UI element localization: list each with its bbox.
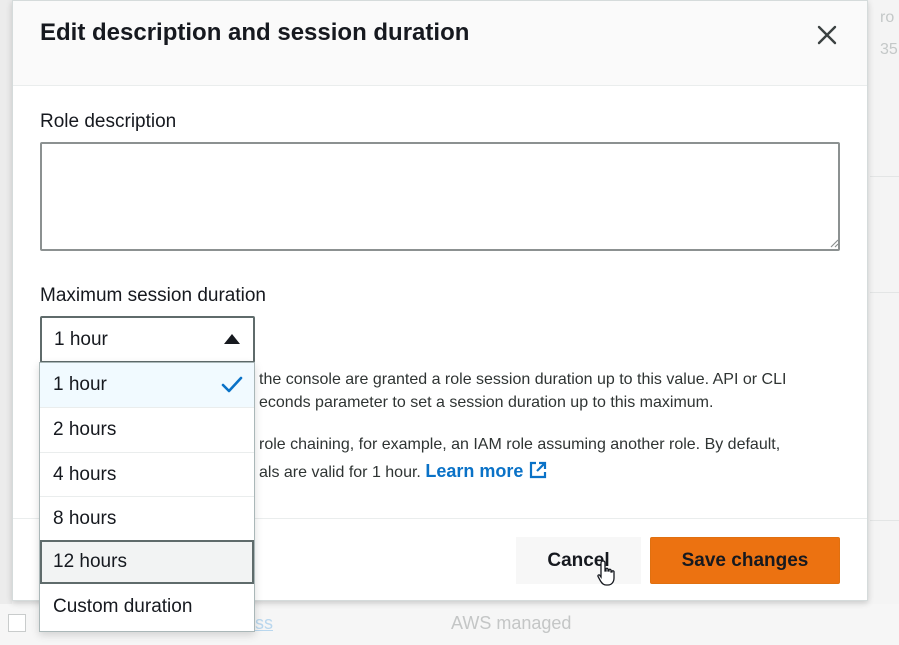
background-row-checkbox[interactable] — [8, 614, 26, 632]
dropdown-option-8-hours[interactable]: 8 hours — [40, 497, 254, 541]
session-duration-selected-value: 1 hour — [54, 329, 108, 350]
dropdown-option-12-hours[interactable]: 12 hours — [40, 540, 254, 584]
close-icon — [817, 25, 837, 45]
background-policy-type: AWS managed — [451, 613, 572, 633]
dropdown-option-label: 4 hours — [53, 464, 117, 485]
background-divider — [870, 520, 899, 521]
external-link-icon — [530, 461, 547, 479]
dropdown-option-2-hours[interactable]: 2 hours — [40, 408, 254, 452]
background-divider — [870, 292, 899, 293]
dropdown-option-label: 8 hours — [53, 508, 117, 529]
dropdown-option-label: 1 hour — [53, 374, 107, 395]
session-duration-dropdown: 1 hour 2 hours 4 hours 8 hours 12 hours … — [39, 362, 255, 632]
help-text-line: role chaining, for example, an IAM role … — [259, 436, 781, 453]
dropdown-option-label: Custom duration — [53, 596, 193, 617]
help-text-line-with-link: als are valid for 1 hour. Learn more — [259, 460, 548, 484]
session-duration-label: Maximum session duration — [40, 285, 266, 306]
modal-header: Edit description and session duration — [13, 1, 867, 86]
save-changes-button[interactable]: Save changes — [650, 537, 840, 584]
learn-more-link[interactable]: Learn more — [425, 461, 548, 481]
modal-title: Edit description and session duration — [40, 19, 470, 46]
help-text-line: econds parameter to set a session durati… — [259, 394, 714, 411]
role-description-input[interactable] — [40, 142, 840, 251]
dropdown-option-1-hour[interactable]: 1 hour — [40, 363, 254, 407]
session-duration-select[interactable]: 1 hour — [40, 316, 255, 363]
role-description-label: Role description — [40, 111, 177, 132]
dropdown-option-label: 2 hours — [53, 419, 117, 440]
dropdown-option-custom-duration[interactable]: Custom duration — [40, 585, 254, 629]
hand-cursor-icon — [597, 560, 615, 586]
background-divider — [870, 176, 899, 177]
background-left-strip — [0, 0, 12, 645]
cancel-button[interactable]: Cancel — [516, 537, 641, 584]
dropdown-option-4-hours[interactable]: 4 hours — [40, 453, 254, 497]
background-right-text: ro 35 — [880, 9, 898, 58]
learn-more-label: Learn more — [425, 461, 524, 481]
resize-grip-icon[interactable] — [829, 238, 839, 248]
help-text-line: als are valid for 1 hour. — [259, 464, 421, 481]
caret-up-icon — [224, 334, 240, 344]
background-policy-link[interactable]: ss — [255, 613, 273, 634]
help-text-line: the console are granted a role session d… — [259, 371, 787, 388]
close-button[interactable] — [813, 21, 841, 49]
dropdown-option-label: 12 hours — [53, 551, 127, 572]
checkmark-icon — [221, 376, 243, 393]
